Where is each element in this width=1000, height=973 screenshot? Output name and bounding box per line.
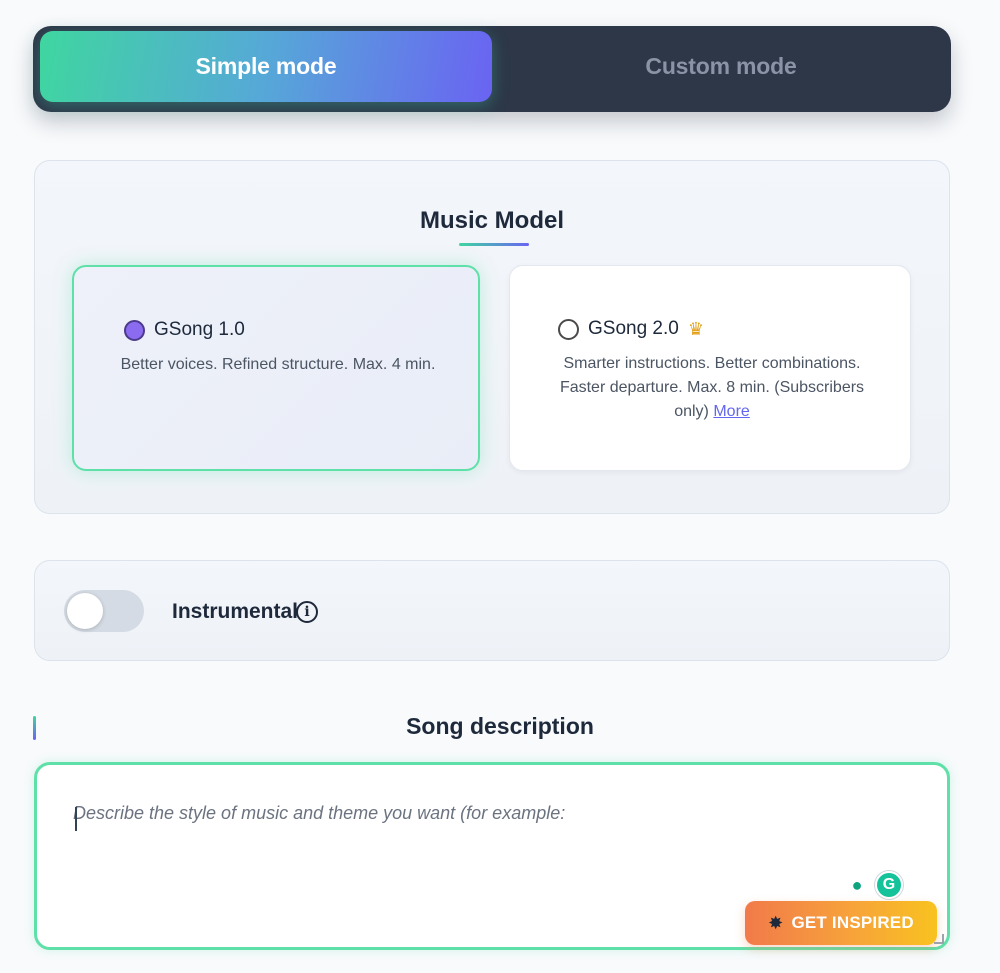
title-underline	[459, 243, 529, 246]
model-name: GSong 2.0	[588, 318, 679, 339]
simple-mode-tab[interactable]: Simple mode	[40, 31, 492, 102]
song-description-input[interactable]	[73, 803, 913, 903]
instrumental-label: Instrumental	[172, 600, 299, 623]
model-description: Better voices. Refined structure. Max. 4…	[120, 356, 436, 373]
instrumental-toggle[interactable]	[64, 590, 144, 632]
song-description-title: Song description	[406, 713, 594, 739]
instrumental-section: Instrumental i	[34, 560, 950, 661]
more-link[interactable]: More	[713, 403, 749, 420]
model-description: Smarter instructions. Better combination…	[559, 355, 865, 420]
model-option-gsong-2[interactable]: GSong 2.0 ♛ Smarter instructions. Better…	[509, 265, 911, 471]
music-model-section: Music Model GSong 1.0 Better voices. Ref…	[34, 160, 950, 514]
grammarly-icon[interactable]: G	[875, 871, 903, 899]
model-name: GSong 1.0	[154, 319, 245, 340]
resize-handle-icon[interactable]	[934, 934, 944, 944]
mode-switch: Simple mode Custom mode	[33, 26, 951, 112]
get-inspired-button[interactable]: ✸ GET INSPIRED	[745, 901, 937, 945]
sparkle-icon: ✸	[768, 912, 784, 933]
model-option-header: GSong 1.0	[124, 319, 245, 341]
get-inspired-label: GET INSPIRED	[791, 913, 914, 932]
radio-unselected-icon[interactable]	[558, 318, 579, 340]
song-description-box: ● G ✸ GET INSPIRED	[34, 762, 950, 950]
radio-selected-icon[interactable]	[124, 319, 145, 341]
info-icon[interactable]: i	[296, 601, 318, 623]
extension-icons: ● G	[843, 871, 903, 899]
model-option-header: GSong 2.0 ♛	[558, 318, 704, 340]
text-caret	[75, 807, 77, 831]
music-model-title: Music Model	[419, 207, 564, 234]
music-generator-form: Simple mode Custom mode Music Model GSon…	[0, 0, 1000, 973]
lightbulb-icon[interactable]: ●	[843, 871, 871, 899]
model-option-gsong-1[interactable]: GSong 1.0 Better voices. Refined structu…	[72, 265, 480, 471]
toggle-knob	[67, 593, 103, 629]
model-description-wrap: Smarter instructions. Better combination…	[554, 352, 870, 424]
custom-mode-tab[interactable]: Custom mode	[495, 31, 947, 102]
crown-icon: ♛	[687, 318, 704, 339]
